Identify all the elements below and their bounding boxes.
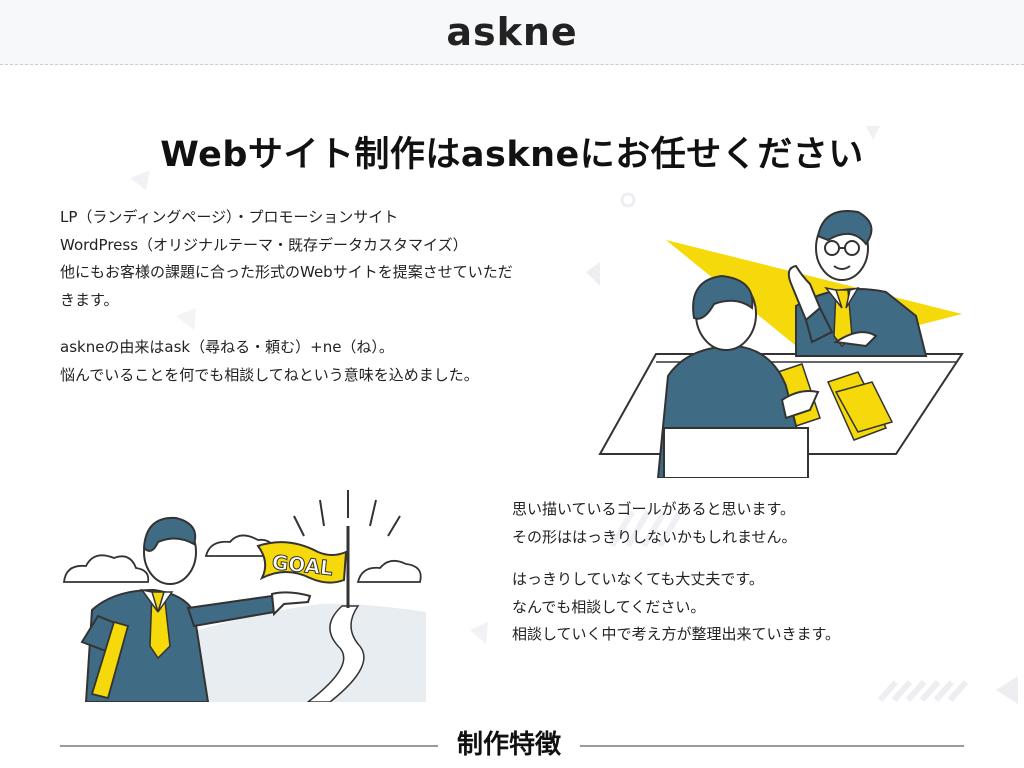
site-header: askne bbox=[0, 0, 1024, 65]
reassurance-line: なんでも相談してください。 bbox=[512, 597, 706, 616]
deco-triangle bbox=[996, 676, 1018, 704]
features-section-title: 制作特徴 bbox=[456, 730, 561, 760]
site-logo[interactable]: askne bbox=[0, 8, 1024, 56]
page: askne Webサイト制作はaskneにお任せください LP（ランディングペー… bbox=[0, 0, 1024, 768]
goal-flag-text: GOAL bbox=[271, 550, 335, 580]
intro-line: きます。 bbox=[60, 290, 119, 309]
goal-text: 思い描いているゴールがあると思います。 その形ははっきりしないかもしれません。 bbox=[512, 496, 982, 551]
features-section-header: 制作特徴 bbox=[60, 722, 964, 768]
consultation-illustration bbox=[598, 210, 964, 478]
page-title: Webサイト制作はaskneにお任せください bbox=[160, 135, 864, 175]
divider-line bbox=[580, 745, 964, 747]
intro-line: WordPress（オリジナルテーマ・既存データカスタマイズ） bbox=[60, 235, 468, 254]
origin-line: askneの由来はask（尋ねる・頼む）+ne（ね）。 bbox=[60, 338, 394, 356]
reassurance-text: はっきりしていなくても大丈夫です。 なんでも相談してください。 相談していく中で… bbox=[512, 566, 982, 649]
origin-text: askneの由来はask（尋ねる・頼む）+ne（ね）。 悩んでいることを何でも相… bbox=[60, 334, 600, 389]
divider-line bbox=[60, 745, 438, 747]
goal-illustration: GOAL bbox=[62, 490, 426, 702]
deco-triangle bbox=[470, 622, 488, 644]
cloud-shape bbox=[62, 534, 422, 583]
intro-line: LP（ランディングページ）・プロモーションサイト bbox=[60, 208, 399, 226]
reassurance-line: 相談していく中で考え方が整理出来ていきます。 bbox=[512, 625, 841, 643]
goal-line: その形ははっきりしないかもしれません。 bbox=[512, 527, 797, 546]
goal-line: 思い描いているゴールがあると思います。 bbox=[512, 500, 796, 518]
origin-line: 悩んでいることを何でも相談してねという意味を込めました。 bbox=[60, 365, 479, 384]
deco-stripes bbox=[877, 680, 969, 702]
advisor-figure bbox=[787, 210, 928, 357]
intro-text: LP（ランディングページ）・プロモーションサイト WordPress（オリジナル… bbox=[60, 204, 600, 314]
reassurance-line: はっきりしていなくても大丈夫です。 bbox=[512, 570, 764, 588]
intro-line: 他にもお客様の課題に合った形式のWebサイトを提案させていただ bbox=[60, 263, 513, 281]
